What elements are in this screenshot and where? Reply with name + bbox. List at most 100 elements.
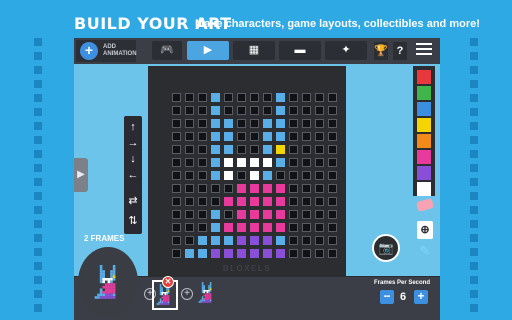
grid-cell[interactable] bbox=[302, 184, 311, 193]
grid-cell[interactable] bbox=[172, 197, 181, 206]
grid-cell[interactable] bbox=[224, 106, 233, 115]
grid-cell[interactable] bbox=[198, 106, 207, 115]
grid-cell[interactable] bbox=[315, 236, 324, 245]
grid-cell[interactable] bbox=[289, 93, 298, 102]
grid-cell[interactable] bbox=[263, 132, 272, 141]
grid-cell[interactable] bbox=[289, 171, 298, 180]
grid-cell[interactable] bbox=[198, 210, 207, 219]
grid-cell[interactable] bbox=[328, 171, 337, 180]
frame-thumbnail-2[interactable] bbox=[196, 280, 222, 310]
grid-cell[interactable] bbox=[185, 210, 194, 219]
grid-cell[interactable] bbox=[263, 210, 272, 219]
grid-cell[interactable] bbox=[302, 145, 311, 154]
add-animation-button[interactable]: + ADD ANIMATION bbox=[76, 40, 137, 62]
grid-cell[interactable] bbox=[289, 158, 298, 167]
grid-cell[interactable] bbox=[237, 184, 246, 193]
grid-cell[interactable] bbox=[211, 223, 220, 232]
grid-cell[interactable] bbox=[263, 249, 272, 258]
pixel-grid[interactable] bbox=[172, 93, 341, 262]
camera-button[interactable]: 📷 bbox=[372, 234, 400, 262]
grid-cell[interactable] bbox=[250, 132, 259, 141]
grid-cell[interactable] bbox=[315, 249, 324, 258]
grid-cell[interactable] bbox=[302, 158, 311, 167]
grid-cell[interactable] bbox=[328, 93, 337, 102]
grid-cell[interactable] bbox=[250, 223, 259, 232]
gamepad-icon[interactable]: 🎮 bbox=[152, 41, 182, 60]
grid-cell[interactable] bbox=[315, 171, 324, 180]
color-swatch[interactable] bbox=[417, 150, 431, 164]
grid-cell[interactable] bbox=[198, 171, 207, 180]
grid-cell[interactable] bbox=[315, 184, 324, 193]
grid-cell[interactable] bbox=[315, 145, 324, 154]
grid-cell[interactable] bbox=[250, 106, 259, 115]
grid-cell[interactable] bbox=[289, 236, 298, 245]
fps-increase-button[interactable]: + bbox=[414, 290, 428, 304]
grid-cell[interactable] bbox=[315, 197, 324, 206]
grid-cell[interactable] bbox=[224, 158, 233, 167]
grid-cell[interactable] bbox=[172, 249, 181, 258]
grid-cell[interactable] bbox=[237, 119, 246, 128]
grid-cell[interactable] bbox=[315, 119, 324, 128]
grid-cell[interactable] bbox=[198, 132, 207, 141]
grid-cell[interactable] bbox=[172, 119, 181, 128]
grid-cell[interactable] bbox=[276, 93, 285, 102]
grid-cell[interactable] bbox=[302, 223, 311, 232]
grid-cell[interactable] bbox=[289, 106, 298, 115]
grid-cell[interactable] bbox=[289, 119, 298, 128]
grid-cell[interactable] bbox=[315, 106, 324, 115]
grid-cell[interactable] bbox=[237, 197, 246, 206]
grid-cell[interactable] bbox=[276, 132, 285, 141]
grid-cell[interactable] bbox=[315, 210, 324, 219]
up-arrow-icon[interactable]: ↑ bbox=[124, 120, 142, 134]
grid-cell[interactable] bbox=[315, 158, 324, 167]
color-swatch[interactable] bbox=[417, 182, 431, 196]
grid-cell[interactable] bbox=[276, 210, 285, 219]
grid-cell[interactable] bbox=[250, 236, 259, 245]
grid-cell[interactable] bbox=[224, 145, 233, 154]
grid-cell[interactable] bbox=[185, 171, 194, 180]
grid-cell[interactable] bbox=[211, 93, 220, 102]
grid-cell[interactable] bbox=[250, 93, 259, 102]
down-arrow-icon[interactable]: ↓ bbox=[124, 152, 142, 166]
color-swatch[interactable] bbox=[417, 118, 431, 132]
grid-cell[interactable] bbox=[224, 210, 233, 219]
grid-cell[interactable] bbox=[224, 171, 233, 180]
grid-cell[interactable] bbox=[328, 132, 337, 141]
board-icon[interactable]: ▬ bbox=[279, 41, 321, 60]
color-swatch[interactable] bbox=[417, 134, 431, 148]
grid-cell[interactable] bbox=[185, 184, 194, 193]
grid-cell[interactable] bbox=[250, 145, 259, 154]
grid-cell[interactable] bbox=[302, 119, 311, 128]
grid-cell[interactable] bbox=[198, 249, 207, 258]
grid-cell[interactable] bbox=[263, 171, 272, 180]
grid-cell[interactable] bbox=[172, 106, 181, 115]
grid-cell[interactable] bbox=[185, 197, 194, 206]
grid-cell[interactable] bbox=[263, 93, 272, 102]
grid-cell[interactable] bbox=[211, 132, 220, 141]
grid-cell[interactable] bbox=[237, 223, 246, 232]
grid-cell[interactable] bbox=[302, 106, 311, 115]
grid-cell[interactable] bbox=[237, 106, 246, 115]
grid-cell[interactable] bbox=[289, 210, 298, 219]
grid-cell[interactable] bbox=[237, 171, 246, 180]
grid-cell[interactable] bbox=[263, 184, 272, 193]
copy-frame-icon[interactable]: ⊕ bbox=[417, 221, 433, 239]
grid-cell[interactable] bbox=[276, 119, 285, 128]
grid-cell[interactable] bbox=[328, 210, 337, 219]
grid-cell[interactable] bbox=[328, 236, 337, 245]
grid-cell[interactable] bbox=[289, 197, 298, 206]
grid-cell[interactable] bbox=[289, 184, 298, 193]
grid-cell[interactable] bbox=[276, 236, 285, 245]
grid-cell[interactable] bbox=[172, 145, 181, 154]
grid-cell[interactable] bbox=[289, 145, 298, 154]
grid-cell[interactable] bbox=[315, 223, 324, 232]
color-swatch[interactable] bbox=[417, 86, 431, 100]
grid-cell[interactable] bbox=[328, 249, 337, 258]
grid-cell[interactable] bbox=[263, 158, 272, 167]
right-arrow-icon[interactable]: → bbox=[124, 136, 142, 150]
grid-cell[interactable] bbox=[302, 132, 311, 141]
grid-cell[interactable] bbox=[198, 197, 207, 206]
grid-cell[interactable] bbox=[328, 106, 337, 115]
grid-cell[interactable] bbox=[224, 93, 233, 102]
grid-cell[interactable] bbox=[237, 158, 246, 167]
